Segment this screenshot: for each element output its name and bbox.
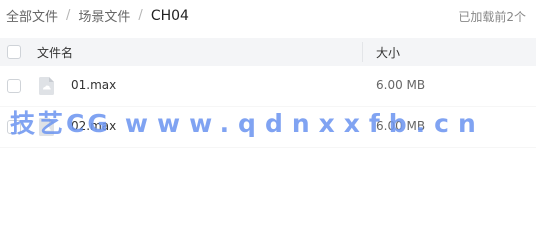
- file-table: 文件名 大小 01.max 6.00 MB 02.max 6.00 MB: [0, 38, 536, 148]
- file-name[interactable]: 01.max: [71, 78, 116, 92]
- row-checkbox[interactable]: [7, 120, 21, 134]
- breadcrumb-item-all-files[interactable]: 全部文件: [6, 6, 58, 25]
- breadcrumb-item-scene-files[interactable]: 场景文件: [78, 6, 130, 25]
- loaded-count-text: 已加载前2个: [458, 10, 526, 24]
- breadcrumb-separator: /: [66, 8, 71, 23]
- file-size: 6.00 MB: [376, 119, 426, 133]
- breadcrumb-separator: /: [138, 8, 143, 23]
- select-all-checkbox[interactable]: [7, 45, 21, 59]
- table-header: 文件名 大小: [0, 38, 536, 66]
- row-checkbox[interactable]: [7, 79, 21, 93]
- column-header-name[interactable]: 文件名: [37, 44, 73, 61]
- column-header-size[interactable]: 大小: [376, 44, 400, 61]
- table-row[interactable]: 01.max 6.00 MB: [0, 66, 536, 107]
- file-icon: [39, 118, 54, 136]
- file-icon: [39, 77, 54, 95]
- top-bar: 全部文件 / 场景文件 / CH04 已加载前2个: [0, 0, 536, 32]
- file-name[interactable]: 02.max: [71, 119, 116, 133]
- table-row[interactable]: 02.max 6.00 MB: [0, 107, 536, 148]
- column-divider[interactable]: [362, 42, 363, 62]
- breadcrumb-item-current-folder: CH04: [150, 7, 189, 24]
- file-size: 6.00 MB: [376, 78, 426, 92]
- breadcrumb: 全部文件 / 场景文件 / CH04: [6, 6, 189, 26]
